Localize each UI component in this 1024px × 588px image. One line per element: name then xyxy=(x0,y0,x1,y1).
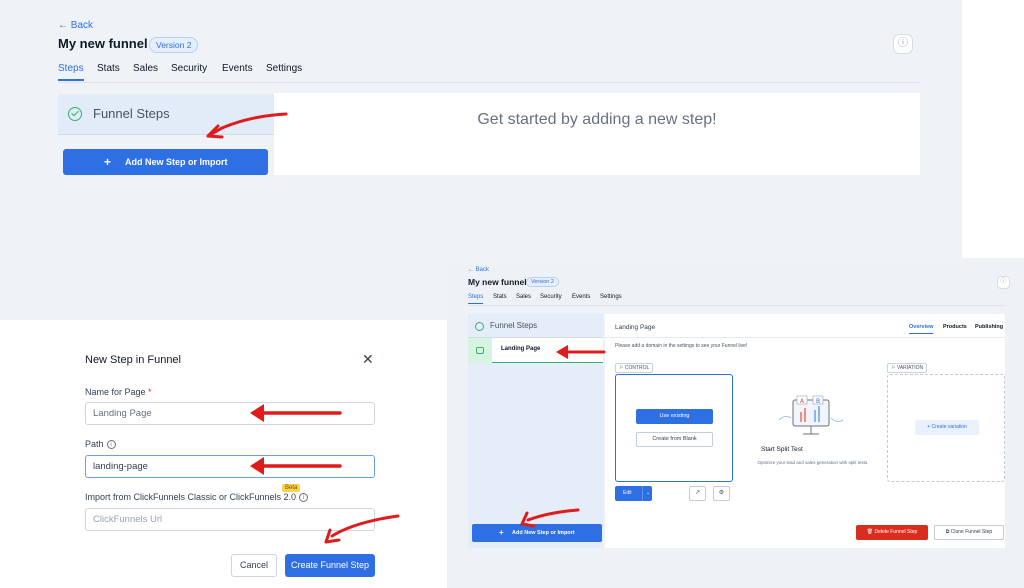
path-label-text: Path xyxy=(85,439,104,449)
split-test-title: Start Split Test xyxy=(761,446,803,453)
page-title: Landing Page xyxy=(615,324,656,331)
tab-publishing[interactable]: Publishing xyxy=(975,324,1003,330)
tab-security[interactable]: Security xyxy=(540,294,562,300)
version-badge: Version 2 xyxy=(149,37,199,53)
tab-steps[interactable]: Steps xyxy=(58,63,84,81)
add-new-step-label: Add New Step or Import xyxy=(512,530,575,536)
create-variation-label: Create variation xyxy=(931,424,967,430)
tab-steps[interactable]: Steps xyxy=(468,294,484,304)
info-icon[interactable]: ⓘ xyxy=(893,34,913,54)
tab-sales[interactable]: Sales xyxy=(516,294,531,300)
tab-events[interactable]: Events xyxy=(572,294,590,300)
delete-label: Delete Funnel Step xyxy=(874,529,918,535)
tab-overview[interactable]: Overview xyxy=(909,324,934,334)
info-icon: i xyxy=(106,440,116,450)
new-step-modal: New Step in Funnel ✕ Name for Page * Lan… xyxy=(0,320,448,588)
path-input[interactable]: landing-page xyxy=(85,455,375,478)
create-funnel-step-button[interactable]: Create Funnel Step xyxy=(285,554,375,577)
page-name-input[interactable]: Landing Page xyxy=(85,402,375,425)
add-new-step-button[interactable]: + Add New Step or Import xyxy=(472,524,602,542)
variation-card: + Create variation xyxy=(887,374,1005,482)
funnel-step-detail-panel: ← Back My new funnel Version 2 ⓘ Steps S… xyxy=(448,258,1024,588)
step-detail: Landing Page Overview Products Publishin… xyxy=(605,314,1005,548)
split-test-description: Optimize your lead and sales generation … xyxy=(757,460,869,465)
domain-notice: Please add a domain in the settings to s… xyxy=(615,343,748,349)
svg-text:B: B xyxy=(816,398,820,405)
tab-stats[interactable]: Stats xyxy=(97,63,120,74)
modal-title: New Step in Funnel xyxy=(85,354,181,366)
header-divider xyxy=(605,337,1005,338)
close-icon[interactable]: ✕ xyxy=(362,351,374,368)
tab-settings[interactable]: Settings xyxy=(266,63,302,74)
back-link[interactable]: ← Back xyxy=(58,20,93,31)
empty-state-message: Get started by adding a new step! xyxy=(477,111,717,128)
name-label: Name for Page * xyxy=(85,387,152,397)
clone-funnel-step-button[interactable]: ⧉ Clone Funnel Step xyxy=(934,525,1004,540)
sidebar-title: Funnel Steps xyxy=(490,321,538,330)
beta-badge: Beta xyxy=(282,484,301,492)
path-label: Path i xyxy=(85,439,116,450)
sidebar-step-landing-page[interactable]: Landing Page xyxy=(468,338,603,363)
plus-icon: + xyxy=(104,155,112,169)
name-label-text: Name for Page xyxy=(85,387,146,397)
tab-products[interactable]: Products xyxy=(943,324,967,330)
sidebar-title: Funnel Steps xyxy=(93,106,170,121)
import-label: Import from ClickFunnels Classic or Clic… xyxy=(85,492,309,503)
clickfunnels-url-input[interactable]: ClickFunnels Url xyxy=(85,508,375,531)
tab-settings[interactable]: Settings xyxy=(600,294,622,300)
add-new-step-label: Add New Step or Import xyxy=(125,157,228,167)
tab-events[interactable]: Events xyxy=(222,63,253,74)
steps-empty-state: Get started by adding a new step! xyxy=(274,93,920,175)
edit-button[interactable]: Edit ⌄ xyxy=(615,486,652,501)
delete-funnel-step-button[interactable]: 🗑 Delete Funnel Step xyxy=(856,525,928,540)
check-circle-icon xyxy=(68,107,82,121)
use-existing-button[interactable]: Use existing xyxy=(636,409,713,424)
back-link[interactable]: ← Back xyxy=(468,267,489,273)
create-from-blank-button[interactable]: Create from Blank xyxy=(636,432,713,447)
tab-sales[interactable]: Sales xyxy=(133,63,158,74)
chevron-down-icon[interactable]: ⌄ xyxy=(642,486,650,501)
settings-icon[interactable]: ⚙ xyxy=(713,486,730,501)
split-test-illustration: A B xyxy=(778,395,844,435)
version-badge: Version 2 xyxy=(526,277,559,287)
required-mark: * xyxy=(148,387,152,397)
funnel-title: My new funnel xyxy=(468,277,527,287)
control-tag: ⚐ CONTROL xyxy=(615,363,654,373)
variation-tag: ⚐ VARIATION xyxy=(887,363,928,373)
check-circle-icon xyxy=(475,322,484,331)
info-icon[interactable]: ⓘ xyxy=(997,276,1010,289)
tab-stats[interactable]: Stats xyxy=(493,294,507,300)
funnel-tabs: Steps Stats Sales Security Events Settin… xyxy=(468,294,1005,306)
create-variation-button[interactable]: + Create variation xyxy=(915,420,979,435)
cancel-button[interactable]: Cancel xyxy=(231,554,277,577)
funnel-steps-header: Funnel Steps xyxy=(468,314,603,338)
tab-security[interactable]: Security xyxy=(171,63,207,74)
funnel-steps-header: Funnel Steps xyxy=(58,94,274,135)
control-variant-card: Use existing Create from Blank xyxy=(615,374,733,482)
import-label-text: Import from ClickFunnels Classic or Clic… xyxy=(85,492,297,502)
funnel-steps-sidebar: Funnel Steps Landing Page xyxy=(468,314,603,548)
info-icon: i xyxy=(299,493,309,503)
funnel-title: My new funnel xyxy=(58,36,148,51)
clone-label: Clone Funnel Step xyxy=(950,529,993,535)
funnel-tabs: Steps Stats Sales Security Events Settin… xyxy=(58,63,920,83)
edit-label: Edit xyxy=(623,490,632,496)
external-link-icon[interactable]: ↗ xyxy=(689,486,706,501)
plus-icon: + xyxy=(499,528,504,537)
add-new-step-button[interactable]: + Add New Step or Import xyxy=(63,149,268,175)
step-label: Landing Page xyxy=(501,346,541,352)
page-icon xyxy=(468,338,492,363)
